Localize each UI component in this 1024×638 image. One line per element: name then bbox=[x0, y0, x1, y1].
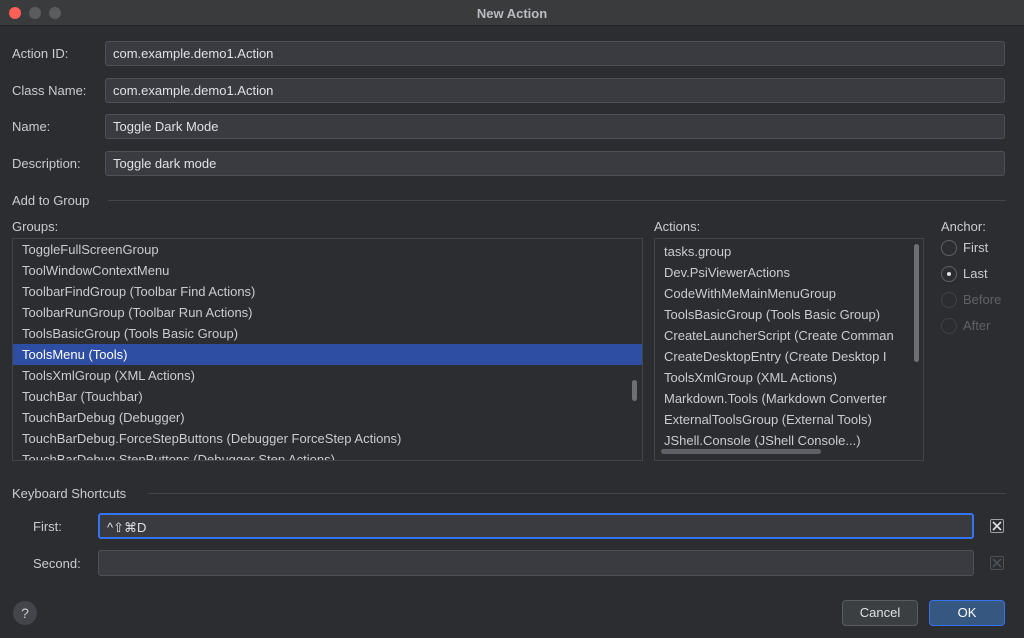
action-list-item[interactable]: ToolsXmlGroup (XML Actions) bbox=[655, 367, 923, 388]
clear-x-icon bbox=[992, 558, 1002, 568]
add-to-group-divider bbox=[108, 200, 1006, 201]
radio-button-icon[interactable] bbox=[941, 266, 957, 282]
group-list-item[interactable]: ToolbarRunGroup (Toolbar Run Actions) bbox=[13, 302, 642, 323]
action-list-item[interactable]: CodeWithMeMainMenuGroup bbox=[655, 283, 923, 304]
actions-list[interactable]: tasks.group Dev.PsiViewerActions CodeWithM… bbox=[654, 238, 924, 461]
description-label: Description: bbox=[12, 156, 81, 171]
group-list-item[interactable]: TouchBarDebug.ForceStepButtons (Debugger… bbox=[13, 428, 642, 449]
group-list-item[interactable]: TouchBar (Touchbar) bbox=[13, 386, 642, 407]
class-name-label: Class Name: bbox=[12, 83, 87, 98]
group-list-item[interactable]: ToolWindowContextMenu bbox=[13, 260, 642, 281]
groups-list-items: ToggleFullScreenGroup ToolWindowContextMe… bbox=[13, 239, 642, 460]
help-button[interactable]: ? bbox=[13, 601, 37, 625]
keyboard-shortcuts-section-title: Keyboard Shortcuts bbox=[12, 486, 127, 501]
action-list-item[interactable]: Markdown.Tools (Markdown Converter bbox=[655, 388, 923, 409]
name-field[interactable]: Toggle Dark Mode bbox=[105, 114, 1005, 139]
group-list-item[interactable]: ToolsMenu (Tools) bbox=[13, 344, 642, 365]
description-field[interactable]: Toggle dark mode bbox=[105, 151, 1005, 176]
actions-list-items: tasks.group Dev.PsiViewerActions CodeWithM… bbox=[655, 239, 923, 451]
actions-label: Actions: bbox=[654, 219, 701, 234]
title-bar: New Action bbox=[0, 0, 1024, 26]
groups-list[interactable]: ToggleFullScreenGroup ToolWindowContextMe… bbox=[12, 238, 643, 461]
action-list-item[interactable]: ToolsBasicGroup (Tools Basic Group) bbox=[655, 304, 923, 325]
anchor-option-label: First bbox=[963, 240, 989, 255]
action-list-item[interactable]: JShell.Console (JShell Console...) bbox=[655, 430, 923, 451]
actions-horizontal-scrollbar[interactable] bbox=[661, 449, 821, 454]
window-title: New Action bbox=[476, 6, 548, 21]
name-label: Name: bbox=[12, 119, 51, 134]
anchor-option-label: Before bbox=[963, 292, 1002, 307]
action-list-item[interactable]: CreateLauncherScript (Create Comman bbox=[655, 325, 923, 346]
radio-button-icon bbox=[941, 318, 957, 334]
action-id-label: Action ID: bbox=[12, 46, 69, 61]
first-shortcut-field[interactable]: ^⇧⌘D bbox=[98, 513, 974, 539]
clear-x-icon bbox=[992, 521, 1002, 531]
action-list-item[interactable]: Dev.PsiViewerActions bbox=[655, 262, 923, 283]
radio-button-icon[interactable] bbox=[941, 240, 957, 256]
action-list-item[interactable]: CreateDesktopEntry (Create Desktop I bbox=[655, 346, 923, 367]
keyboard-shortcuts-divider bbox=[148, 493, 1006, 494]
group-list-item[interactable]: TouchBarDebug.StepButtons (Debugger Step… bbox=[13, 449, 642, 460]
second-shortcut-label: Second: bbox=[33, 556, 81, 571]
action-list-item[interactable]: tasks.group bbox=[655, 241, 923, 262]
group-list-item[interactable]: ToolsBasicGroup (Tools Basic Group) bbox=[13, 323, 642, 344]
group-list-item[interactable]: ToggleFullScreenGroup bbox=[13, 239, 642, 260]
actions-vertical-scrollbar[interactable] bbox=[914, 244, 919, 362]
group-list-item[interactable]: ToolsXmlGroup (XML Actions) bbox=[13, 365, 642, 386]
action-list-item[interactable]: ExternalToolsGroup (External Tools) bbox=[655, 409, 923, 430]
ok-button[interactable]: OK bbox=[929, 600, 1005, 626]
groups-scrollbar[interactable] bbox=[632, 380, 637, 401]
action-id-field[interactable]: com.example.demo1.Action bbox=[105, 41, 1005, 66]
anchor-label: Anchor: bbox=[941, 219, 986, 234]
anchor-option-label: After bbox=[963, 318, 991, 333]
clear-second-shortcut-button[interactable] bbox=[990, 556, 1004, 570]
clear-first-shortcut-button[interactable] bbox=[990, 519, 1004, 533]
second-shortcut-field[interactable] bbox=[98, 550, 974, 576]
group-list-item[interactable]: TouchBarDebug (Debugger) bbox=[13, 407, 642, 428]
cancel-button[interactable]: Cancel bbox=[842, 600, 918, 626]
group-list-item[interactable]: ToolbarFindGroup (Toolbar Find Actions) bbox=[13, 281, 642, 302]
groups-label: Groups: bbox=[12, 219, 59, 234]
anchor-option-label: Last bbox=[963, 266, 988, 281]
class-name-field[interactable]: com.example.demo1.Action bbox=[105, 78, 1005, 103]
radio-button-icon bbox=[941, 292, 957, 308]
first-shortcut-label: First: bbox=[33, 519, 62, 534]
add-to-group-section-title: Add to Group bbox=[12, 193, 90, 208]
